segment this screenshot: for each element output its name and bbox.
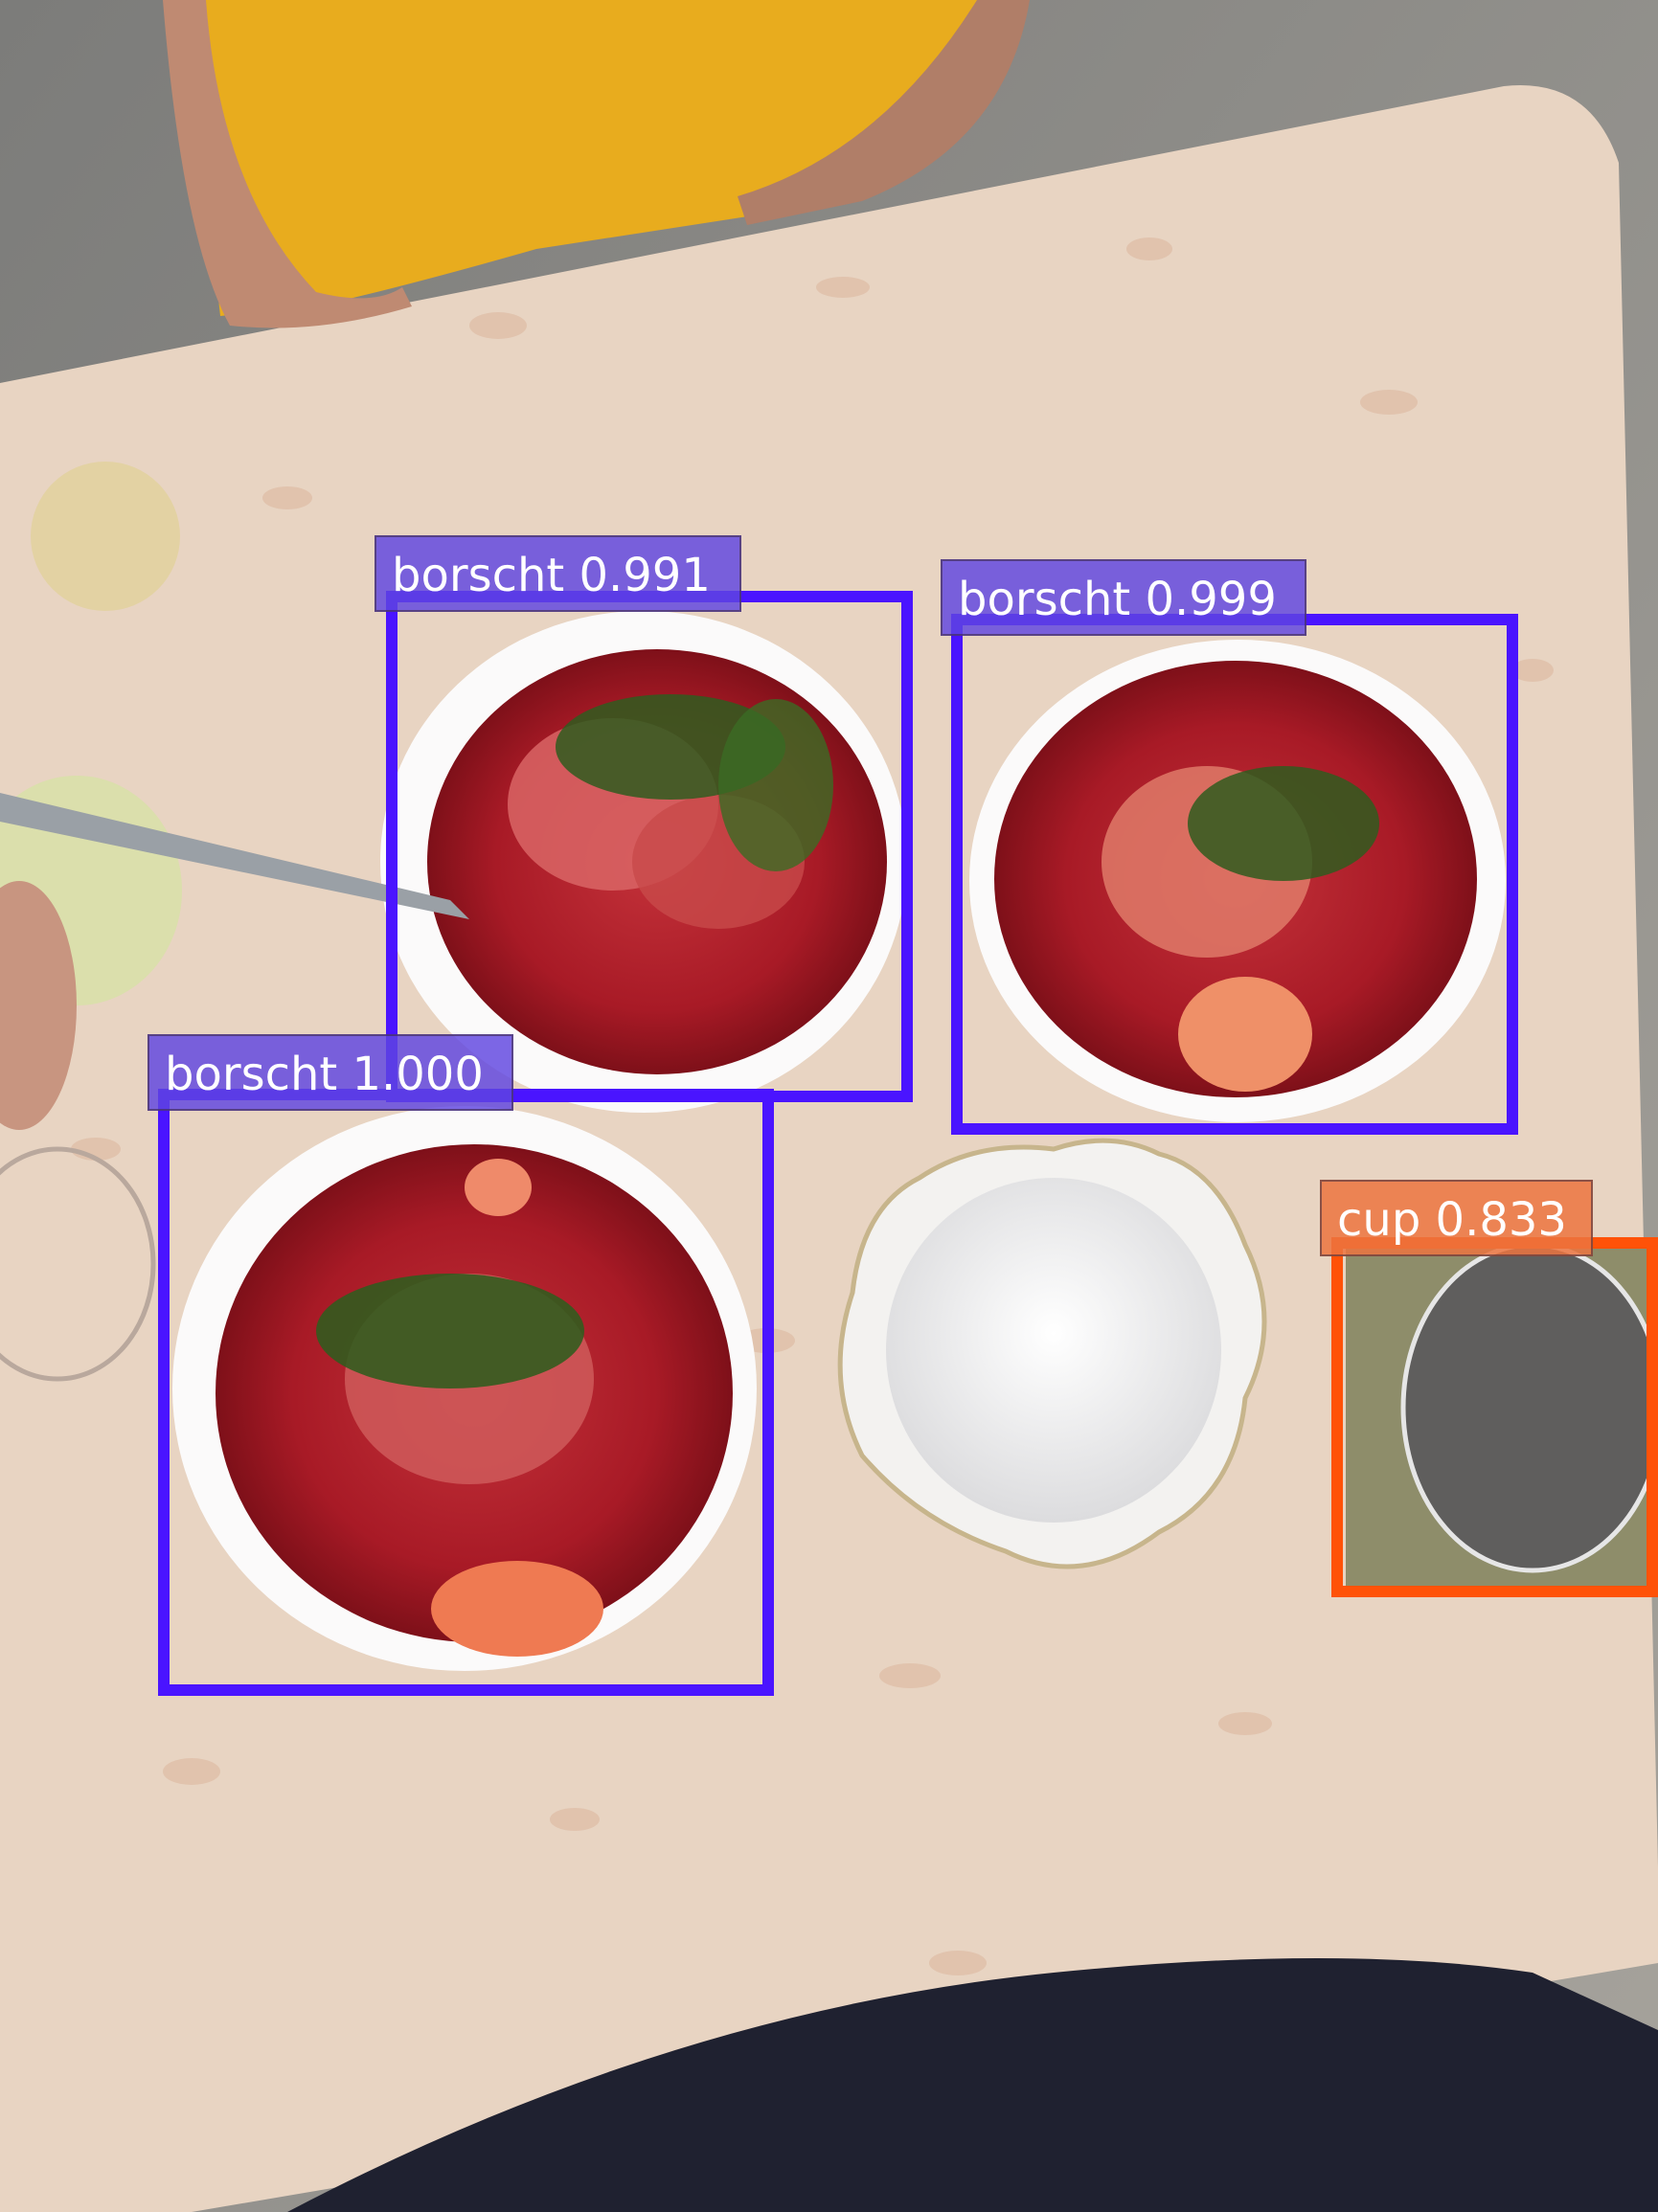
detection-box-borscht-1 [386, 591, 913, 1102]
bread-slice [31, 462, 180, 611]
sugar [886, 1178, 1221, 1523]
detection-box-cup [1331, 1237, 1658, 1597]
detection-label-borscht-1: borscht 0.991 [375, 535, 741, 612]
detection-box-borscht-2 [951, 614, 1518, 1135]
detection-label-cup: cup 0.833 [1320, 1180, 1593, 1256]
detection-label-borscht-2: borscht 0.999 [941, 559, 1306, 636]
detection-box-borscht-3 [158, 1089, 774, 1696]
detection-label-borscht-3: borscht 1.000 [148, 1034, 513, 1111]
